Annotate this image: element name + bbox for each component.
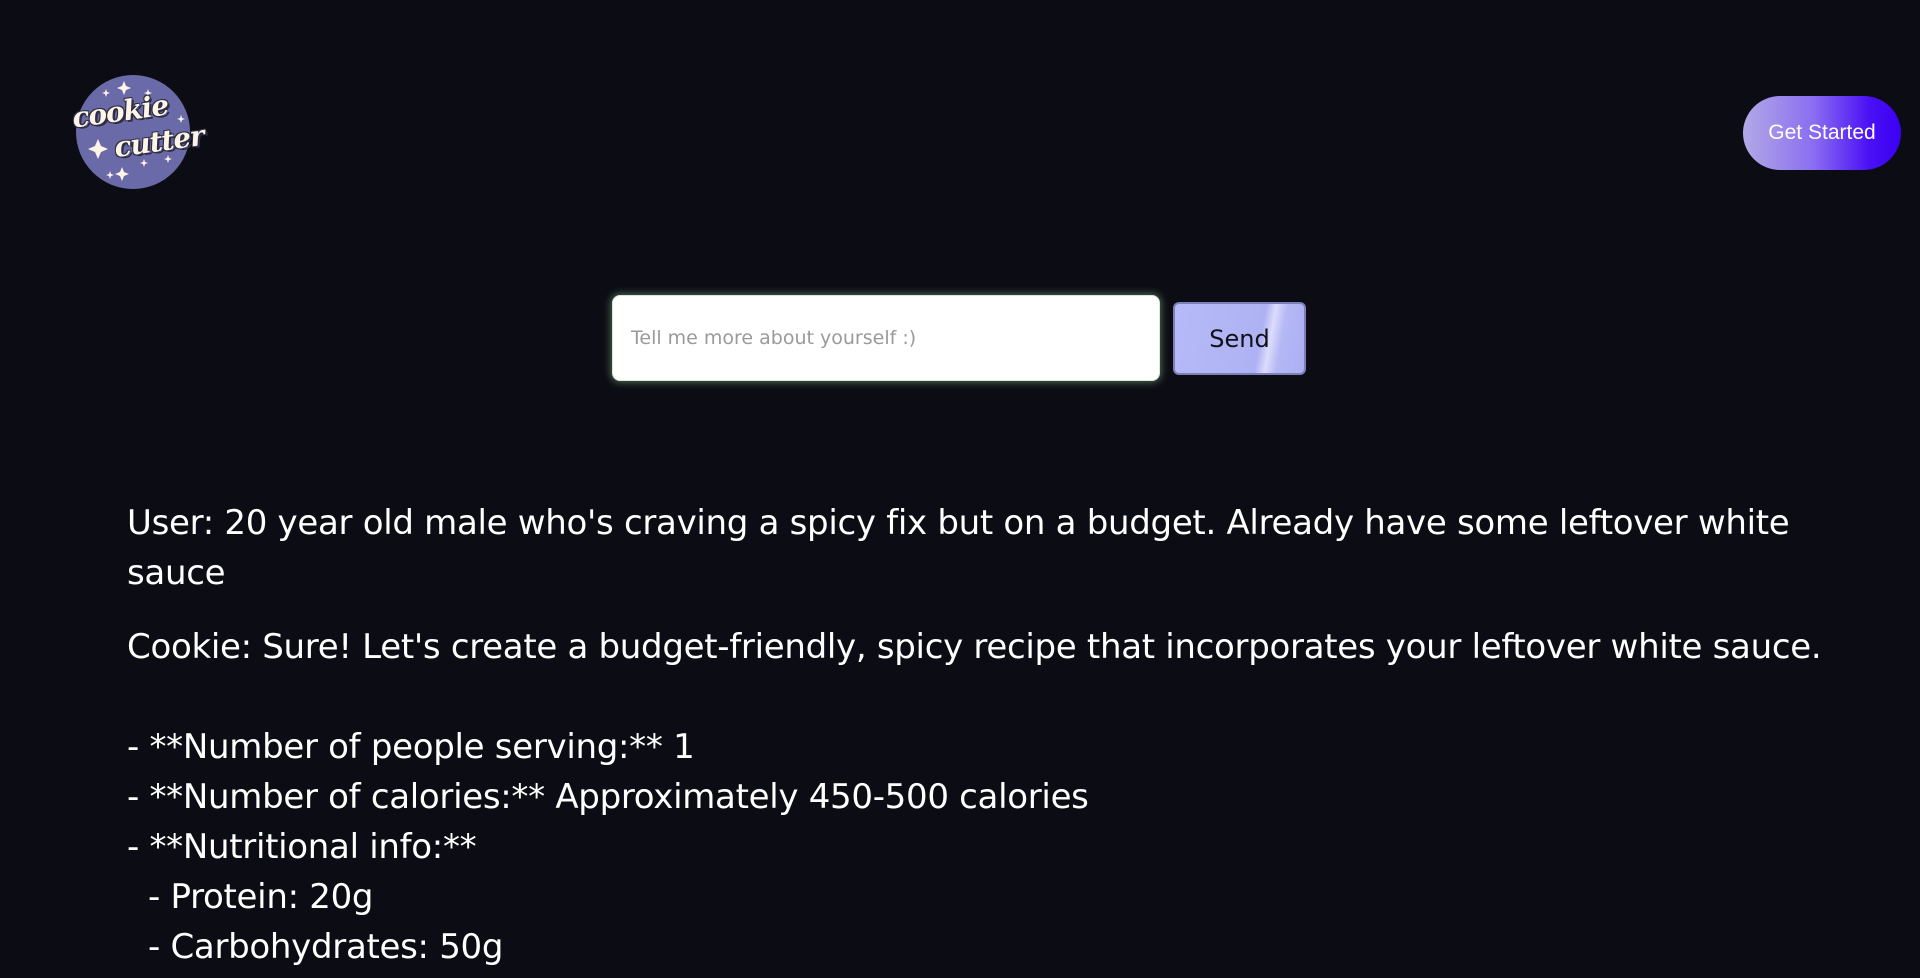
conversation-log: User: 20 year old male who's craving a s… <box>127 498 1827 972</box>
recipe-line-protein: - Protein: 20g <box>127 877 374 917</box>
user-message: User: 20 year old male who's craving a s… <box>127 503 1800 593</box>
assistant-message-intro: Cookie: Sure! Let's create a budget-frie… <box>127 627 1822 667</box>
send-button[interactable]: Send <box>1173 302 1306 375</box>
recipe-line-nutrition-header: - **Nutritional info:** <box>127 827 477 867</box>
get-started-button[interactable]: Get Started <box>1743 96 1901 170</box>
recipe-line-calories: - **Number of calories:** Approximately … <box>127 777 1089 817</box>
page: cookie cutter Get Started Send User: 20 … <box>0 0 1920 978</box>
cookie-cutter-logo[interactable]: cookie cutter <box>70 75 206 189</box>
about-yourself-input[interactable] <box>612 295 1160 381</box>
recipe-line-carbohydrates: - Carbohydrates: 50g <box>127 927 504 967</box>
recipe-line-servings: - **Number of people serving:** 1 <box>127 727 695 767</box>
